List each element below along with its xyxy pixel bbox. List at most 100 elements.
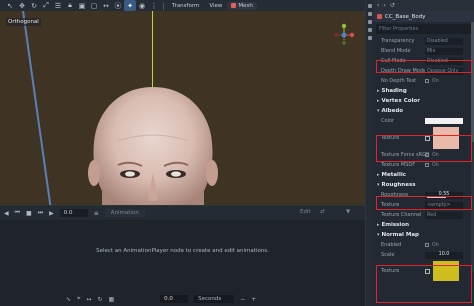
zoom-in-icon[interactable]: + bbox=[251, 296, 256, 303]
node-icon[interactable] bbox=[367, 28, 372, 32]
interp-icon[interactable]: ↔ bbox=[86, 296, 91, 303]
move-icon[interactable]: ✥ bbox=[16, 0, 28, 11]
ruler-icon[interactable]: ↔ bbox=[100, 0, 112, 11]
shading-section[interactable]: ▸ Shading bbox=[373, 86, 474, 96]
select-icon[interactable]: ↖ bbox=[4, 0, 16, 11]
play-backwards-start-icon[interactable]: ⏮︎ bbox=[15, 209, 20, 217]
mesh-icon bbox=[231, 3, 237, 8]
selectable-icon[interactable]: ☰ bbox=[52, 0, 64, 11]
msdf-value: On bbox=[432, 162, 439, 168]
expand-icon: ▸ bbox=[377, 98, 380, 104]
footer-step-field[interactable]: 0.0 bbox=[160, 295, 189, 303]
bezier-icon[interactable]: ∿ bbox=[66, 296, 71, 303]
normal-map-highlight bbox=[376, 265, 472, 303]
snap-keys-icon[interactable]: ⌖ bbox=[77, 295, 80, 303]
roughness-highlight bbox=[376, 196, 472, 210]
texture-channel-dropdown[interactable]: Red bbox=[425, 211, 463, 219]
albedo-color-swatch[interactable] bbox=[425, 118, 463, 124]
animation-dropdown[interactable]: Animation bbox=[104, 209, 145, 217]
3d-viewport[interactable]: Orthogonal bbox=[0, 11, 365, 205]
head-mesh[interactable] bbox=[78, 81, 228, 205]
albedo-label: Albedo bbox=[381, 108, 404, 114]
group-icon[interactable]: ▣ bbox=[76, 0, 88, 11]
ungroup-icon[interactable]: ▢ bbox=[88, 0, 100, 11]
animation-time-field[interactable]: 0.0 bbox=[59, 209, 88, 217]
loop-icon[interactable]: ↻ bbox=[97, 296, 102, 303]
history-icon[interactable]: ↺ bbox=[390, 2, 395, 9]
emission-section[interactable]: ▸ Emission bbox=[373, 220, 474, 230]
roughness-section[interactable]: ▾ Roughness bbox=[373, 180, 474, 190]
import-icon[interactable] bbox=[367, 12, 372, 16]
normal-scale-row: Scale 10.0 bbox=[373, 250, 474, 260]
edit-button[interactable]: Edit bbox=[300, 209, 311, 215]
animation-panel: ◀ ⏮︎ ■ ⏭︎ ▶ 0.0 ≡ Animation Edit ⇄ ▼ Sel… bbox=[0, 205, 365, 306]
blend-mode-dropdown[interactable]: Mix bbox=[425, 47, 463, 55]
back-icon[interactable]: ‹ bbox=[377, 2, 379, 9]
history-icon[interactable] bbox=[367, 36, 372, 40]
inspected-node[interactable]: CC_Base_Body bbox=[373, 11, 474, 22]
vertex-color-label: Vertex Color bbox=[381, 98, 420, 104]
view-mode-label[interactable]: Orthogonal bbox=[6, 18, 41, 26]
expand-icon: ▸ bbox=[377, 172, 380, 178]
lock-icon[interactable]: 🔒︎ bbox=[64, 0, 76, 11]
zoom-out-icon[interactable]: − bbox=[240, 296, 245, 303]
normal-enabled-checkbox[interactable] bbox=[425, 243, 429, 247]
albedo-section[interactable]: ▾ Albedo bbox=[373, 106, 474, 116]
mesh-menu[interactable]: Mesh bbox=[227, 1, 257, 10]
vertex-color-section[interactable]: ▸ Vertex Color bbox=[373, 96, 474, 106]
roughness-section-label: Roughness bbox=[381, 182, 416, 188]
animation-footer: ∿ ⌖ ↔ ↻ ▦ 0.0 Seconds − + bbox=[0, 292, 365, 306]
dock-strip bbox=[365, 0, 373, 306]
filter-properties-input[interactable]: Filter Properties bbox=[376, 24, 471, 34]
snap-icon[interactable]: ✦ bbox=[124, 0, 136, 11]
settings-icon[interactable]: ≡ bbox=[94, 210, 99, 217]
expand-icon: ▸ bbox=[377, 88, 380, 94]
cull-mode-highlight bbox=[376, 60, 472, 73]
play-icon[interactable]: ▶ bbox=[49, 210, 54, 217]
scene-icon[interactable] bbox=[367, 4, 372, 8]
stop-icon[interactable]: ■ bbox=[26, 210, 32, 217]
rotate-icon[interactable]: ↻ bbox=[28, 0, 40, 11]
scale-icon[interactable]: ⤢ bbox=[40, 0, 52, 11]
blend-times-icon[interactable]: ⇄ bbox=[320, 209, 325, 215]
collapse-icon: ▾ bbox=[377, 232, 380, 238]
play-backwards-icon[interactable]: ◀ bbox=[4, 210, 9, 217]
no-depth-test-label: No Depth Test bbox=[381, 78, 417, 84]
mesh-instance-icon bbox=[377, 14, 382, 19]
no-depth-test-checkbox[interactable] bbox=[425, 79, 429, 83]
transform-menu[interactable]: Transform bbox=[167, 3, 204, 9]
normal-enabled-value: On bbox=[432, 242, 439, 248]
expand-icon: ▸ bbox=[377, 222, 380, 228]
normal-enabled-row: Enabled On bbox=[373, 240, 474, 250]
view-menu[interactable]: View bbox=[204, 3, 227, 9]
normal-map-section[interactable]: ▾ Normal Map bbox=[373, 230, 474, 240]
orientation-gizmo[interactable] bbox=[332, 23, 356, 47]
camera-icon[interactable]: ◉ bbox=[136, 0, 148, 11]
pin-icon[interactable]: ▼ bbox=[346, 209, 350, 215]
collapse-icon: ▾ bbox=[377, 182, 380, 188]
viewport-toolbar: ↖ ✥ ↻ ⤢ ☰ 🔒︎ ▣ ▢ ↔ ⦿ ✦ ◉ ⋮ Transform Vie… bbox=[0, 0, 365, 11]
filter-icon[interactable]: ▦ bbox=[108, 296, 114, 303]
inspector-panel: ‹ › ↺ CC_Base_Body Filter Properties Tra… bbox=[373, 0, 474, 306]
filesystem-icon[interactable] bbox=[367, 20, 372, 24]
time-unit-dropdown[interactable]: Seconds bbox=[194, 295, 235, 303]
local-space-icon[interactable]: ⦿ bbox=[112, 0, 124, 11]
node-name: CC_Base_Body bbox=[385, 13, 426, 20]
toolbar-divider bbox=[163, 1, 164, 10]
z-axis-line bbox=[22, 11, 56, 205]
metallic-section[interactable]: ▸ Metallic bbox=[373, 170, 474, 180]
normal-scale-value: 10.0 bbox=[438, 251, 450, 257]
albedo-color-label: Color bbox=[381, 118, 395, 124]
albedo-color-row: Color bbox=[373, 116, 474, 126]
normal-enabled-label: Enabled bbox=[381, 242, 402, 248]
transparency-row: Transparency Disabled bbox=[373, 36, 474, 46]
metallic-label: Metallic bbox=[381, 172, 406, 178]
msdf-checkbox[interactable] bbox=[425, 163, 429, 167]
forward-icon[interactable]: › bbox=[383, 2, 385, 9]
msdf-label: Texture MSDF bbox=[381, 162, 416, 168]
more-icon[interactable]: ⋮ bbox=[148, 0, 160, 11]
normal-scale-slider[interactable]: 10.0 bbox=[425, 251, 463, 259]
no-depth-test-row: No Depth Test On bbox=[373, 76, 474, 86]
transparency-dropdown[interactable]: Disabled bbox=[425, 37, 463, 45]
play-start-icon[interactable]: ⏭︎ bbox=[38, 209, 43, 217]
